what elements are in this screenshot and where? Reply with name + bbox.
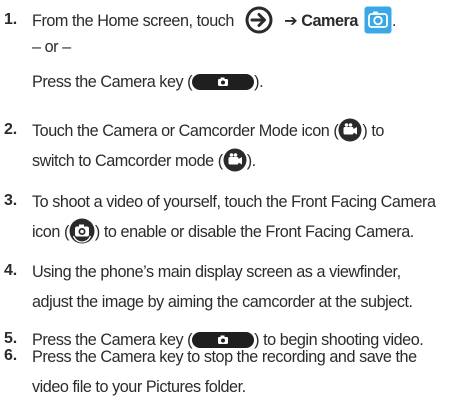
- step-line: video file to your Pictures folder.: [32, 378, 246, 396]
- arrow-glyph: ➔: [284, 12, 298, 30]
- step-1: 1. From the Home screen, touch ➔ Camera .…: [0, 6, 472, 98]
- step-line: adjust the image by aiming the camcorder…: [32, 293, 413, 311]
- step-text: To shoot a video of yourself, touch the …: [32, 187, 472, 247]
- step-text-segment: icon (: [32, 223, 69, 241]
- step-text: From the Home screen, touch ➔ Camera . – …: [32, 6, 472, 97]
- step-number: 4.: [4, 262, 17, 279]
- instructions-page: 1. From the Home screen, touch ➔ Camera .…: [0, 0, 472, 401]
- step-text-segment: ) to enable or disable the Front Facing …: [94, 223, 414, 241]
- step-4: 4. Using the phone’s main display screen…: [0, 257, 472, 319]
- step-line: Using the phone’s main display screen as…: [32, 263, 401, 281]
- step-text-segment: Touch the Camera or Camcorder Mode icon …: [32, 122, 339, 140]
- step-text-segment: Press the Camera key (: [32, 73, 193, 91]
- step-text-segment: From the Home screen, touch: [32, 12, 234, 30]
- step-text-segment: switch to Camcorder mode (: [32, 152, 223, 170]
- step-text-segment: ) to: [362, 122, 384, 140]
- step-number: 2.: [4, 121, 17, 138]
- camcorder-mode-icon: [338, 118, 362, 142]
- step-number: 3.: [4, 192, 17, 209]
- step-line: Press the Camera key to stop the recordi…: [32, 348, 417, 366]
- step-text-segment: ).: [246, 152, 256, 170]
- home-arrow-icon: [245, 6, 273, 34]
- step-text-segment: .: [392, 12, 397, 30]
- step-line: – or –: [32, 38, 71, 56]
- step-line: icon ( ) to enable or disable the Front …: [32, 217, 472, 247]
- step-line: Press the Camera key ( ).: [32, 67, 472, 97]
- step-text-segment: ).: [254, 73, 264, 91]
- step-text: Press the Camera key to stop the recordi…: [32, 342, 472, 402]
- step-number: 6.: [4, 347, 17, 364]
- camcorder-icon: [223, 148, 247, 172]
- step-number: 1.: [4, 11, 17, 28]
- camera-label: Camera: [301, 12, 358, 30]
- camera-key-icon: [192, 73, 255, 90]
- step-3: 3. To shoot a video of yourself, touch t…: [0, 187, 472, 249]
- step-line: To shoot a video of yourself, touch the …: [32, 193, 436, 211]
- step-line: Touch the Camera or Camcorder Mode icon …: [32, 116, 472, 146]
- step-6: 6. Press the Camera key to stop the reco…: [0, 342, 472, 402]
- step-line: switch to Camcorder mode ( ).: [32, 146, 472, 176]
- camera-app-icon: [364, 6, 392, 34]
- front-facing-camera-icon: [69, 218, 95, 244]
- step-2: 2. Touch the Camera or Camcorder Mode ic…: [0, 116, 472, 178]
- step-text: Touch the Camera or Camcorder Mode icon …: [32, 116, 472, 176]
- step-text: Using the phone’s main display screen as…: [32, 257, 472, 317]
